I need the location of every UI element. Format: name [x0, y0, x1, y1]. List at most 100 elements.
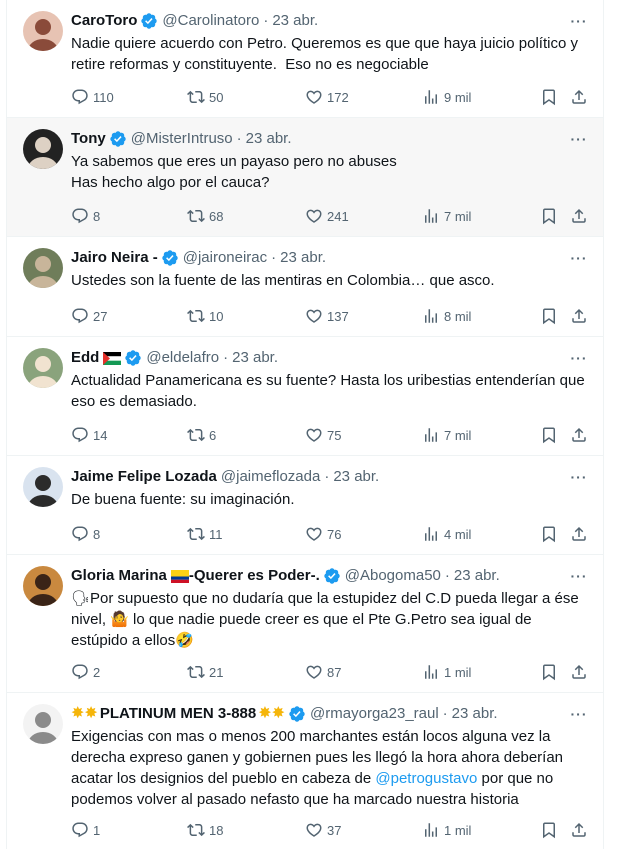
author-name[interactable]: Jaime Felipe Lozada — [71, 467, 217, 487]
avatar[interactable] — [23, 704, 63, 744]
tweet-reply[interactable]: Tony @MisterIntruso · 23 abr. ··· Ya sab… — [7, 118, 603, 237]
author-name[interactable]: Edd — [71, 348, 99, 368]
like-button[interactable]: 241 — [305, 206, 349, 226]
reply-button[interactable]: 14 — [71, 425, 107, 445]
more-options-button[interactable]: ··· — [569, 130, 589, 148]
separator: · — [263, 12, 269, 29]
tweet-header: CaroToro @Carolinatoro · 23 abr. — [71, 11, 589, 31]
views-button[interactable]: 9 mil — [422, 87, 471, 107]
tweet-reply[interactable]: ✸✸ PLATINUM MEN 3-888 ✸✸ @rmayorga23_rau… — [7, 693, 603, 849]
bookmark-button[interactable] — [540, 820, 558, 840]
views-button[interactable]: 4 mil — [422, 524, 471, 544]
like-count: 75 — [327, 427, 342, 443]
share-button[interactable] — [570, 206, 588, 226]
tweet-reply[interactable]: CaroToro @Carolinatoro · 23 abr. ··· Nad… — [7, 0, 603, 118]
avatar[interactable] — [23, 129, 63, 169]
retweet-icon — [187, 307, 205, 325]
views-icon — [422, 207, 440, 225]
retweet-icon — [187, 207, 205, 225]
reply-button[interactable]: 8 — [71, 524, 100, 544]
bookmark-button[interactable] — [540, 425, 558, 445]
reply-button[interactable]: 1 — [71, 820, 100, 840]
share-button[interactable] — [570, 662, 588, 682]
reply-button[interactable]: 2 — [71, 662, 100, 682]
more-options-button[interactable]: ··· — [569, 12, 589, 30]
retweet-button[interactable]: 21 — [187, 662, 223, 682]
views-button[interactable]: 1 mil — [422, 820, 471, 840]
retweet-button[interactable]: 50 — [187, 87, 223, 107]
reply-button[interactable]: 8 — [71, 206, 100, 226]
author-name[interactable]: PLATINUM MEN 3-888 — [100, 704, 256, 724]
like-button[interactable]: 87 — [305, 662, 341, 682]
avatar[interactable] — [23, 566, 63, 606]
more-options-button[interactable]: ··· — [569, 567, 589, 585]
tweet-reply[interactable]: Edd @eldelafro · 23 abr. ··· Actualidad … — [7, 337, 603, 456]
bookmark-button[interactable] — [540, 662, 558, 682]
bookmark-button[interactable] — [540, 206, 558, 226]
tweet-reply[interactable]: Jaime Felipe Lozada @jaimeflozada · 23 a… — [7, 456, 603, 555]
timestamp[interactable]: 23 abr. — [454, 566, 500, 586]
author-handle[interactable]: @Abogoma50 — [345, 566, 441, 586]
avatar[interactable] — [23, 11, 63, 51]
avatar[interactable] — [23, 467, 63, 507]
avatar[interactable] — [23, 348, 63, 388]
author-handle[interactable]: @rmayorga23_raul — [310, 704, 439, 724]
tweet-reply[interactable]: Gloria Marina -Querer es Poder-. @Abogom… — [7, 555, 603, 693]
colombia-flag-icon — [170, 569, 189, 583]
bookmark-button[interactable] — [540, 306, 558, 326]
more-options-button[interactable]: ··· — [569, 468, 589, 486]
author-handle[interactable]: @Carolinatoro — [162, 11, 259, 31]
timestamp[interactable]: 23 abr. — [333, 467, 379, 487]
views-button[interactable]: 8 mil — [422, 306, 471, 326]
like-button[interactable]: 137 — [305, 306, 349, 326]
retweet-button[interactable]: 6 — [187, 425, 216, 445]
avatar[interactable] — [23, 248, 63, 288]
timestamp[interactable]: 23 abr. — [232, 348, 278, 368]
views-icon — [422, 88, 440, 106]
timestamp[interactable]: 23 abr. — [272, 11, 318, 31]
more-options-button[interactable]: ··· — [569, 349, 589, 367]
share-button[interactable] — [570, 306, 588, 326]
like-button[interactable]: 76 — [305, 524, 341, 544]
reply-count: 14 — [93, 427, 108, 443]
bookmark-button[interactable] — [540, 524, 558, 544]
author-handle[interactable]: @jaironeirac — [183, 248, 267, 268]
author-handle[interactable]: @eldelafro — [146, 348, 219, 368]
timestamp[interactable]: 23 abr. — [246, 129, 292, 149]
bookmark-icon — [540, 88, 558, 106]
retweet-button[interactable]: 11 — [187, 524, 223, 544]
author-name[interactable]: Tony — [71, 129, 106, 149]
like-button[interactable]: 37 — [305, 820, 341, 840]
author-name[interactable]: Jairo Neira - — [71, 248, 158, 268]
views-button[interactable]: 7 mil — [422, 425, 471, 445]
verified-badge-icon — [323, 567, 341, 585]
views-button[interactable]: 1 mil — [422, 662, 471, 682]
timestamp[interactable]: 23 abr. — [452, 704, 498, 724]
more-options-button[interactable]: ··· — [569, 249, 589, 267]
share-button[interactable] — [570, 425, 588, 445]
share-button[interactable] — [570, 524, 588, 544]
author-handle[interactable]: @MisterIntruso — [131, 129, 233, 149]
reply-button[interactable]: 110 — [71, 87, 114, 107]
retweet-button[interactable]: 68 — [187, 206, 223, 226]
retweet-button[interactable]: 10 — [187, 306, 223, 326]
author-name[interactable]: Gloria Marina — [71, 566, 167, 586]
views-icon — [422, 663, 440, 681]
bookmark-button[interactable] — [540, 87, 558, 107]
reply-button[interactable]: 27 — [71, 306, 107, 326]
reply-icon — [71, 207, 89, 225]
author-handle[interactable]: @jaimeflozada — [221, 467, 320, 487]
share-button[interactable] — [570, 820, 588, 840]
reply-icon — [71, 525, 89, 543]
mention-link[interactable]: @petrogustavo — [375, 770, 477, 787]
more-options-button[interactable]: ··· — [569, 705, 589, 723]
like-button[interactable]: 172 — [305, 87, 349, 107]
retweet-button[interactable]: 18 — [187, 820, 223, 840]
share-button[interactable] — [570, 87, 588, 107]
timestamp[interactable]: 23 abr. — [280, 248, 326, 268]
author-name[interactable]: CaroToro — [71, 11, 137, 31]
like-button[interactable]: 75 — [305, 425, 341, 445]
separator: · — [236, 130, 242, 147]
tweet-reply[interactable]: Jairo Neira - @jaironeirac · 23 abr. ···… — [7, 237, 603, 337]
views-button[interactable]: 7 mil — [422, 206, 471, 226]
